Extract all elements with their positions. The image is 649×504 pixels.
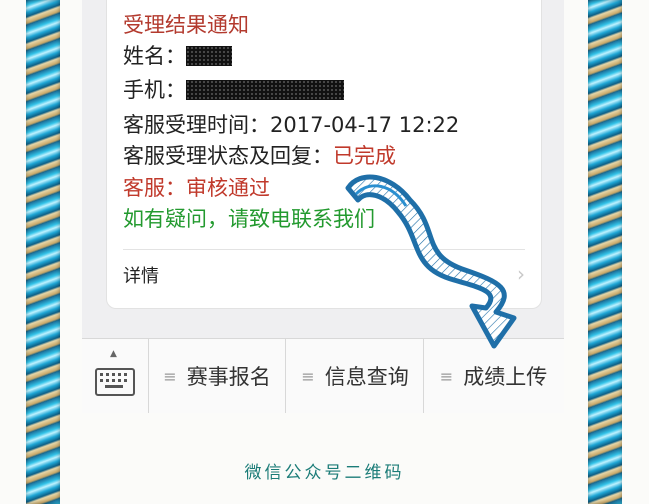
wechat-qr-caption: 微信公众号二维码 bbox=[244, 463, 405, 483]
customer-service-reply: 客服：审核通过 bbox=[123, 176, 270, 200]
service-time-row: 客服受理时间：2017-04-17 12:22 bbox=[123, 112, 459, 138]
chevron-up-icon: ▲ bbox=[110, 349, 117, 359]
name-label: 姓名： bbox=[123, 44, 186, 68]
redacted-name bbox=[186, 46, 232, 66]
curved-arrow-icon bbox=[345, 174, 517, 349]
service-time-value: 2017-04-17 12:22 bbox=[270, 113, 460, 137]
keyboard-toggle-button[interactable]: ▲ bbox=[82, 339, 149, 413]
details-link[interactable]: 详情 bbox=[123, 262, 159, 288]
phone-row: 手机： bbox=[123, 77, 344, 103]
menu-icon: ≡ bbox=[439, 366, 454, 386]
redacted-phone bbox=[186, 80, 344, 100]
decorative-rope-border-right bbox=[588, 0, 622, 504]
notification-title: 受理结果通知 bbox=[123, 13, 249, 37]
menu-item-label: 信息查询 bbox=[324, 365, 409, 389]
name-row: 姓名： bbox=[123, 43, 232, 69]
keyboard-icon bbox=[95, 368, 135, 396]
menu-item-label: 赛事报名 bbox=[186, 365, 271, 389]
decorative-rope-border-left bbox=[26, 0, 60, 504]
menu-item-event-registration[interactable]: ≡ 赛事报名 bbox=[149, 339, 286, 413]
menu-icon: ≡ bbox=[301, 366, 315, 386]
phone-label: 手机： bbox=[123, 78, 186, 102]
menu-icon: ≡ bbox=[163, 366, 177, 386]
service-time-label: 客服受理时间： bbox=[123, 113, 270, 137]
menu-item-label: 成绩上传 bbox=[463, 365, 548, 389]
